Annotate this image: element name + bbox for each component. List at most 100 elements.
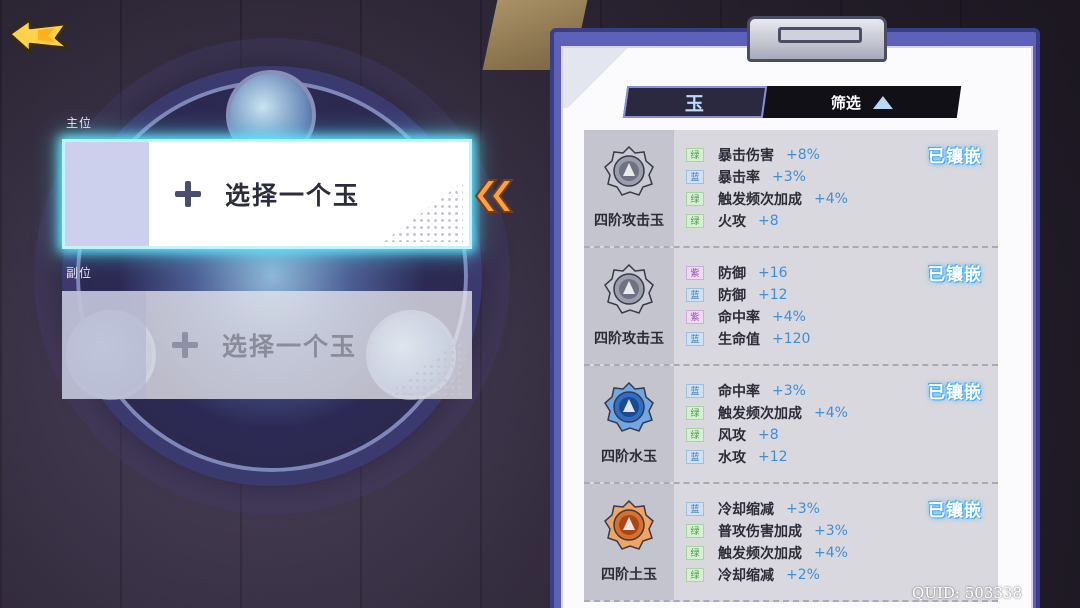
slot-swatch [62,291,146,399]
equipped-status: 已镶嵌 [928,265,982,285]
stat-name: 触发频次加成 [718,192,802,208]
main-jade-slot[interactable]: 选择一个玉 [62,139,472,249]
double-chevron-left-icon [474,179,514,213]
stat-value: +3% [772,383,806,399]
filter-button[interactable]: 筛选 [762,86,962,118]
stat-row: 蓝水攻 +12 [686,446,848,468]
tab-bar: 玉 筛选 [622,86,962,118]
triangle-up-icon [873,95,893,109]
jade-icon-panel: 四阶土玉 [584,484,674,600]
stat-value: +16 [758,265,788,281]
rarity-badge: 绿 [686,148,704,162]
rarity-badge: 绿 [686,406,704,420]
stat-row: 绿风攻 +8 [686,424,848,446]
tab-jade[interactable]: 玉 [622,86,768,118]
jade-list-item[interactable]: 四阶水玉 蓝命中率 +3% 绿触发频次加成 +4% 绿风攻 +8 蓝水攻 +12 已镶嵌 [584,366,998,484]
jade-list[interactable]: 四阶攻击玉 绿暴击伤害 +8% 蓝暴击率 +3% 绿触发频次加成 +4% 绿火攻 +8 已镶嵌… [584,130,998,608]
rarity-badge: 蓝 [686,332,704,346]
stat-row: 绿触发频次加成 +4% [686,188,848,210]
stat-value: +12 [758,449,788,465]
rarity-badge: 蓝 [686,288,704,302]
stat-row: 蓝暴击率 +3% [686,166,848,188]
rarity-badge: 绿 [686,524,704,538]
rarity-badge: 绿 [686,546,704,560]
jade-name: 四阶攻击玉 [594,331,664,347]
stat-list: 蓝冷却缩减 +3% 绿普攻伤害加成 +3% 绿触发频次加成 +4% 绿冷却缩减 +2% [686,498,848,586]
stat-row: 紫命中率 +4% [686,306,810,328]
stat-name: 触发频次加成 [718,546,802,562]
stat-name: 冷却缩减 [718,502,774,518]
rarity-badge: 蓝 [686,502,704,516]
stat-name: 生命值 [718,332,760,348]
rarity-badge: 紫 [686,266,704,280]
stat-value: +3% [772,169,806,185]
tab-jade-label: 玉 [685,92,705,115]
slot-swatch [65,142,149,246]
stat-value: +4% [814,191,848,207]
stat-name: 触发频次加成 [718,406,802,422]
stat-row: 绿暴击伤害 +8% [686,144,848,166]
stat-name: 水攻 [718,450,746,466]
rarity-badge: 蓝 [686,450,704,464]
main-slot-label: 主位 [66,116,93,130]
stat-value: +12 [758,287,788,303]
equipped-status: 已镶嵌 [928,383,982,403]
rarity-badge: 绿 [686,568,704,582]
stat-list: 绿暴击伤害 +8% 蓝暴击率 +3% 绿触发频次加成 +4% 绿火攻 +8 [686,144,848,232]
stat-name: 暴击伤害 [718,148,774,164]
stat-value: +120 [772,331,811,347]
jade-icon-panel: 四阶攻击玉 [584,248,674,364]
stat-value: +4% [772,309,806,325]
stat-row: 绿火攻 +8 [686,210,848,232]
stat-name: 命中率 [718,310,760,326]
stat-value: +3% [814,523,848,539]
stat-value: +8 [758,427,779,443]
plus-icon [173,179,203,209]
clipboard-clip [747,16,887,62]
sub-jade-slot[interactable]: 选择一个玉 [62,291,472,399]
jade-list-item[interactable]: 四阶攻击玉 绿暴击伤害 +8% 蓝暴击率 +3% 绿触发频次加成 +4% 绿火攻 +8 已镶嵌 [584,130,998,248]
jade-list-item[interactable]: 四阶攻击玉 紫防御 +16 蓝防御 +12 紫命中率 +4% 蓝生命值 +120 已镶嵌 [584,248,998,366]
equipped-status: 已镶嵌 [928,501,982,521]
jade-name: 四阶水玉 [601,449,657,465]
magic-circle-decoration [62,66,482,486]
stat-row: 绿冷却缩减 +2% [686,564,848,586]
stat-name: 冷却缩减 [718,568,774,584]
paper-fold [563,48,633,108]
select-jade-text: 选择一个玉 [222,332,358,361]
equipped-status: 已镶嵌 [928,147,982,167]
stat-row: 绿触发频次加成 +4% [686,402,848,424]
stat-name: 防御 [718,288,746,304]
stat-name: 防御 [718,266,746,282]
jade-name: 四阶攻击玉 [594,213,664,229]
stat-row: 紫防御 +16 [686,262,810,284]
stat-name: 普攻伤害加成 [718,524,802,540]
stat-value: +8% [786,147,820,163]
stat-name: 命中率 [718,384,760,400]
back-button[interactable] [8,18,70,54]
jade-icon-panel: 四阶攻击玉 [584,130,674,246]
silver-attack-jade-icon [604,264,654,314]
rarity-badge: 绿 [686,214,704,228]
silver-attack-jade-icon [604,146,654,196]
filter-label: 筛选 [830,93,861,112]
stat-row: 蓝防御 +12 [686,284,810,306]
stat-list: 蓝命中率 +3% 绿触发频次加成 +4% 绿风攻 +8 蓝水攻 +12 [686,380,848,468]
rarity-badge: 绿 [686,192,704,206]
stat-list: 紫防御 +16 蓝防御 +12 紫命中率 +4% 蓝生命值 +120 [686,262,810,350]
stat-value: +3% [786,501,820,517]
sub-slot-label: 副位 [66,266,93,280]
dot-pattern [386,335,466,395]
dot-pattern [383,182,463,242]
jade-name: 四阶土玉 [601,567,657,583]
orange-earth-jade-icon [604,500,654,550]
rarity-badge: 紫 [686,310,704,324]
jade-icon-panel: 四阶水玉 [584,366,674,482]
stat-value: +8 [758,213,779,229]
stat-row: 绿普攻伤害加成 +3% [686,520,848,542]
blue-water-jade-icon [604,382,654,432]
stat-name: 暴击率 [718,170,760,186]
stat-value: +4% [814,405,848,421]
stat-value: +4% [814,545,848,561]
stat-name: 火攻 [718,214,746,230]
